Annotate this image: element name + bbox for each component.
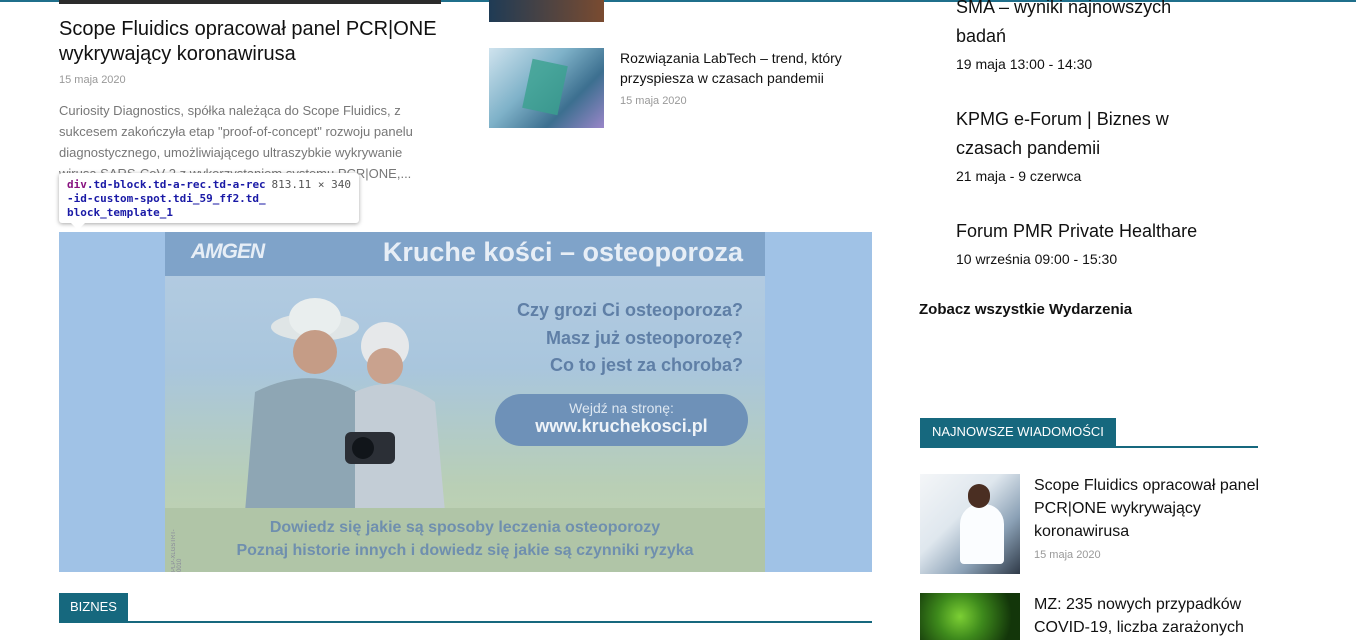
section-tag-biznes[interactable]: BIZNES (59, 593, 128, 621)
ad-question-2: Masz już osteoporozę? (545, 328, 743, 348)
event-date: 10 września 09:00 - 15:30 (956, 251, 1118, 267)
news-date: 15 maja 2020 (1034, 549, 1101, 561)
section-tag-latest-news[interactable]: NAJNOWSZE WIADOMOŚCI (920, 418, 1116, 446)
tooltip-dimensions: 813.11 × 340 (271, 178, 351, 191)
news-title[interactable]: Scope Fluidics opracował panel PCR|ONE w… (1034, 474, 1264, 543)
ad-footer-line-1: Dowiedz się jakie są sposoby leczenia os… (269, 519, 661, 536)
lead-article-excerpt: Curiosity Diagnostics, spółka należąca d… (59, 103, 413, 181)
ad-question-1: Czy grozi Ci osteoporoza? (516, 300, 743, 320)
ad-footer: Dowiedz się jakie są sposoby leczenia os… (165, 508, 765, 572)
see-all-events-link[interactable]: Zobacz wszystkie Wydarzenia (919, 301, 1132, 318)
ad-question-3: Co to jest za choroba? (549, 355, 743, 375)
event-title[interactable]: KPMG e-Forum | Biznes w czasach pandemii (956, 105, 1226, 163)
ad-header: AMGEN Kruche kości – osteoporoza (165, 232, 765, 276)
ad-code: PLP-XLGSTRT-0010 (171, 529, 183, 572)
mid-article-title[interactable]: Rozwiązania LabTech – trend, który przys… (620, 48, 860, 88)
ad-cta-button[interactable]: Wejdź na stronę: www.kruchekosci.pl (495, 394, 748, 446)
tooltip-arrow (71, 223, 85, 230)
section-header-biznes: BIZNES (59, 593, 872, 623)
devtools-inspect-tooltip: div.td-block.td-a-rec.td-a-rec-id-custom… (59, 173, 359, 230)
ad-footer-line-2: Poznaj historie innych i dowiedz się jak… (236, 542, 694, 559)
lead-article-title[interactable]: Scope Fluidics opracował panel PCR|ONE w… (59, 17, 459, 67)
ad-banner[interactable]: AMGEN Kruche kości – osteoporoza Czy gro… (165, 232, 765, 572)
event-item[interactable]: Forum PMR Private Healthare 10 września … (956, 217, 1226, 267)
event-item[interactable]: SMA – wyniki najnowszych badań 19 maja 1… (956, 0, 1226, 72)
mid-article-thumbnail[interactable] (489, 48, 604, 128)
prev-article-thumbnail[interactable] (489, 0, 604, 22)
news-thumbnail[interactable] (920, 474, 1020, 574)
ad-cta-url: www.kruchekosci.pl (535, 416, 708, 436)
mid-article-date: 15 maja 2020 (620, 95, 687, 107)
news-title[interactable]: MZ: 235 nowych przypadków COVID-19, licz… (1034, 593, 1264, 639)
event-date: 19 maja 13:00 - 14:30 (956, 56, 1093, 72)
event-item[interactable]: KPMG e-Forum | Biznes w czasach pandemii… (956, 105, 1226, 184)
lead-article-date: 15 maja 2020 (59, 74, 126, 86)
ad-cta-label: Wejdź na stronę: (569, 400, 674, 416)
ad-headline: Kruche kości – osteoporoza (382, 237, 743, 267)
tooltip-selector: div.td-block.td-a-rec.td-a-rec-id-custom… (67, 178, 266, 219)
event-title[interactable]: SMA – wyniki najnowszych badań (956, 0, 1226, 51)
amgen-logo: AMGEN (191, 240, 265, 263)
event-date: 21 maja - 9 czerwca (956, 168, 1082, 184)
lead-article-image[interactable] (59, 0, 441, 4)
ad-block-highlight: AMGEN Kruche kości – osteoporoza Czy gro… (59, 232, 872, 572)
news-thumbnail[interactable] (920, 593, 1020, 640)
section-header-latest-news: NAJNOWSZE WIADOMOŚCI (920, 418, 1258, 448)
event-title[interactable]: Forum PMR Private Healthare (956, 217, 1226, 246)
